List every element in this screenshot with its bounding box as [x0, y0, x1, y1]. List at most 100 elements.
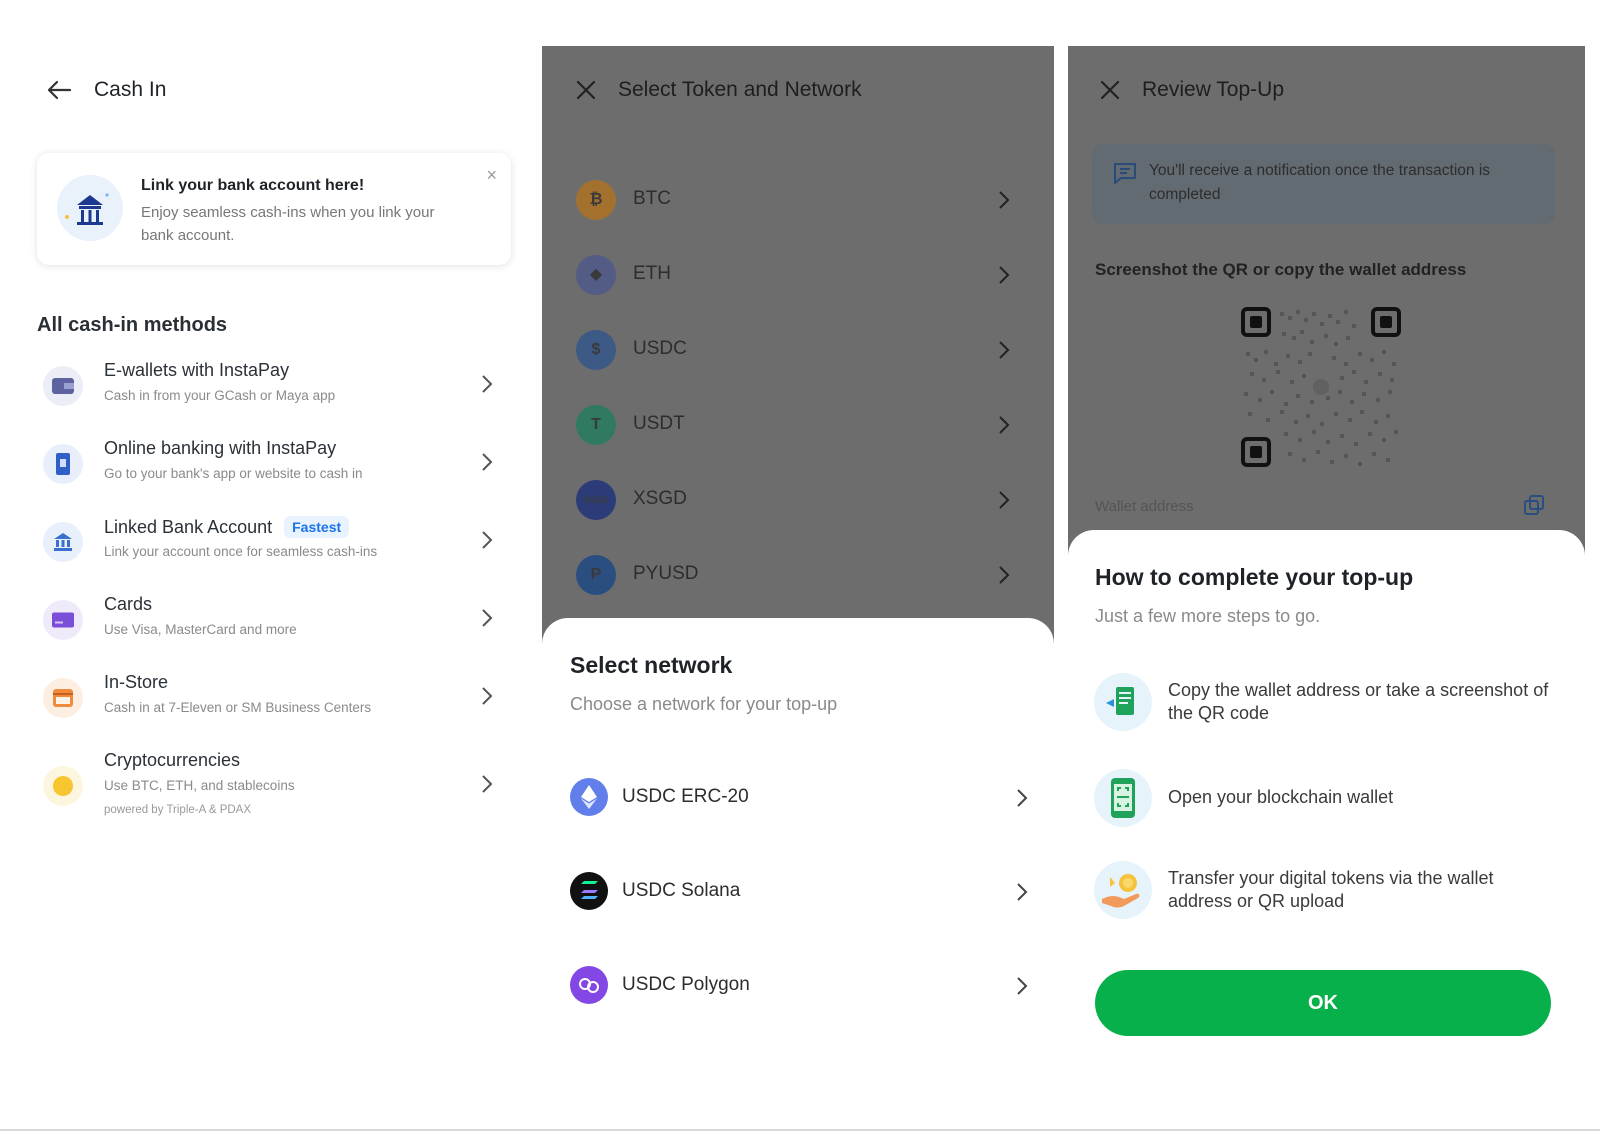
how-to-complete-sheet: How to complete your top-up Just a few m…	[1068, 530, 1585, 1131]
method-subtitle: Link your account once for seamless cash…	[104, 544, 378, 559]
method-title: Linked Bank Account Fastest	[104, 516, 350, 538]
method-title-text: In-Store	[104, 672, 169, 692]
token-glyph: P	[590, 566, 602, 583]
chevron-right-icon	[482, 687, 493, 705]
token-label: XSGD	[633, 488, 687, 509]
link-bank-banner[interactable]: Link your bank account here! Enjoy seaml…	[37, 153, 511, 265]
close-icon[interactable]: ×	[486, 165, 497, 186]
cash-in-header: Cash In	[46, 78, 166, 102]
chevron-right-icon	[999, 341, 1010, 359]
token-label: ETH	[633, 263, 671, 284]
method-title: Cryptocurrencies	[104, 750, 240, 771]
token-row-btc[interactable]: ₿ BTC	[576, 176, 1016, 226]
network-label: USDC ERC-20	[622, 786, 749, 807]
method-title-text: E-wallets with InstaPay	[104, 360, 290, 380]
bank-icon	[43, 522, 83, 562]
method-subtitle: Use Visa, MasterCard and more	[104, 622, 297, 637]
chevron-right-icon	[482, 375, 493, 393]
sheet-subtitle: Just a few more steps to go.	[1095, 606, 1321, 626]
section-title: All cash-in methods	[37, 314, 228, 336]
receipt-icon	[1094, 673, 1152, 731]
method-subtitle: Go to your bank's app or website to cash…	[104, 466, 363, 481]
method-title: Online banking with InstaPay	[104, 438, 336, 459]
method-title: E-wallets with InstaPay	[104, 360, 289, 381]
method-in-store[interactable]: In-Store Cash in at 7-Eleven or SM Busin…	[37, 670, 511, 740]
chevron-right-icon	[999, 416, 1010, 434]
fastest-badge: Fastest	[284, 516, 350, 538]
select-token-header: Select Token and Network	[576, 78, 862, 102]
select-network-sheet: Select network Choose a network for your…	[542, 618, 1054, 1131]
step-item: Open your blockchain wallet	[1094, 769, 1564, 833]
qr-instruction: Screenshot the QR or copy the wallet add…	[1095, 260, 1467, 279]
solana-icon	[570, 872, 608, 910]
page-title: Cash In	[94, 78, 167, 101]
token-glyph: T	[591, 416, 601, 433]
chevron-right-icon	[482, 531, 493, 549]
method-title-text: Cryptocurrencies	[104, 750, 241, 770]
wallet-address-label: Wallet address	[1095, 498, 1194, 515]
token-row-usdt[interactable]: T USDT	[576, 401, 1016, 451]
chevron-right-icon	[482, 609, 493, 627]
method-title-text: Online banking with InstaPay	[104, 438, 337, 458]
token-label: USDT	[633, 413, 685, 434]
token-row-usdc[interactable]: $ USDC	[576, 326, 1016, 376]
method-ewallets[interactable]: E-wallets with InstaPay Cash in from you…	[37, 358, 511, 428]
step-text: Copy the wallet address or take a screen…	[1168, 680, 1549, 723]
sheet-title: How to complete your top-up	[1095, 564, 1414, 590]
cash-in-screen: Cash In Link your bank account here! Enj…	[0, 46, 530, 1131]
step-item: Copy the wallet address or take a screen…	[1094, 673, 1564, 737]
polygon-icon	[570, 966, 608, 1004]
network-row-solana[interactable]: USDC Solana	[570, 868, 1030, 918]
chevron-right-icon	[999, 266, 1010, 284]
coin-icon	[43, 766, 83, 806]
method-cards[interactable]: Cards Use Visa, MasterCard and more	[37, 592, 511, 662]
method-subtitle: Use BTC, ETH, and stablecoins	[104, 778, 295, 793]
phone-bank-icon	[43, 444, 83, 484]
page-title: Review Top-Up	[1142, 78, 1285, 101]
token-glyph: $	[591, 341, 601, 358]
token-row-xsgd[interactable]: XSGD XSGD	[576, 476, 1016, 526]
step-item: Transfer your digital tokens via the wal…	[1094, 861, 1564, 925]
close-icon[interactable]	[1100, 80, 1120, 100]
bank-illustration-icon	[57, 175, 123, 241]
token-glyph: XSGD	[583, 495, 609, 505]
chevron-right-icon	[482, 775, 493, 793]
close-icon[interactable]	[576, 80, 596, 100]
banner-title: Link your bank account here!	[141, 177, 365, 194]
method-subtitle: Cash in from your GCash or Maya app	[104, 388, 336, 403]
review-topup-header: Review Top-Up	[1100, 78, 1284, 102]
token-label: PYUSD	[633, 563, 699, 584]
chevron-right-icon	[1017, 789, 1028, 807]
network-row-erc20[interactable]: USDC ERC-20	[570, 774, 1030, 824]
chevron-right-icon	[1017, 977, 1028, 995]
back-arrow-icon[interactable]	[46, 79, 72, 101]
chevron-right-icon	[1017, 883, 1028, 901]
copy-icon[interactable]	[1523, 494, 1545, 516]
ok-button[interactable]: OK	[1095, 970, 1551, 1036]
message-icon	[1114, 163, 1136, 184]
banner-text: Enjoy seamless cash-ins when you link yo…	[141, 204, 435, 244]
token-row-eth[interactable]: ◆ ETH	[576, 251, 1016, 301]
wallet-icon	[43, 366, 83, 406]
method-title-text: Cards	[104, 594, 153, 614]
select-token-screen: Select Token and Network ₿ BTC ◆ ETH $ U…	[542, 46, 1054, 1131]
network-row-polygon[interactable]: USDC Polygon	[570, 962, 1030, 1012]
notification-banner: You'll receive a notification once the t…	[1092, 144, 1555, 224]
network-label: USDC Solana	[622, 880, 741, 901]
method-online-banking[interactable]: Online banking with InstaPay Go to your …	[37, 436, 511, 506]
method-crypto[interactable]: Cryptocurrencies Use BTC, ETH, and stabl…	[37, 748, 511, 838]
token-label: USDC	[633, 338, 687, 359]
token-glyph: ₿	[589, 191, 603, 208]
method-linked-bank[interactable]: Linked Bank Account Fastest Link your ac…	[37, 514, 511, 584]
eth-icon: ◆	[576, 255, 616, 295]
method-title: In-Store	[104, 672, 168, 693]
token-row-pyusd[interactable]: P PYUSD	[576, 551, 1016, 601]
store-icon	[43, 678, 83, 718]
chevron-right-icon	[999, 491, 1010, 509]
token-glyph: ◆	[589, 266, 603, 283]
btc-icon: ₿	[576, 180, 616, 220]
method-title: Cards	[104, 594, 152, 615]
powered-by-note: powered by Triple-A & PDAX	[104, 804, 252, 816]
ethereum-icon	[570, 778, 608, 816]
review-topup-screen: Review Top-Up You'll receive a notificat…	[1068, 46, 1585, 1131]
